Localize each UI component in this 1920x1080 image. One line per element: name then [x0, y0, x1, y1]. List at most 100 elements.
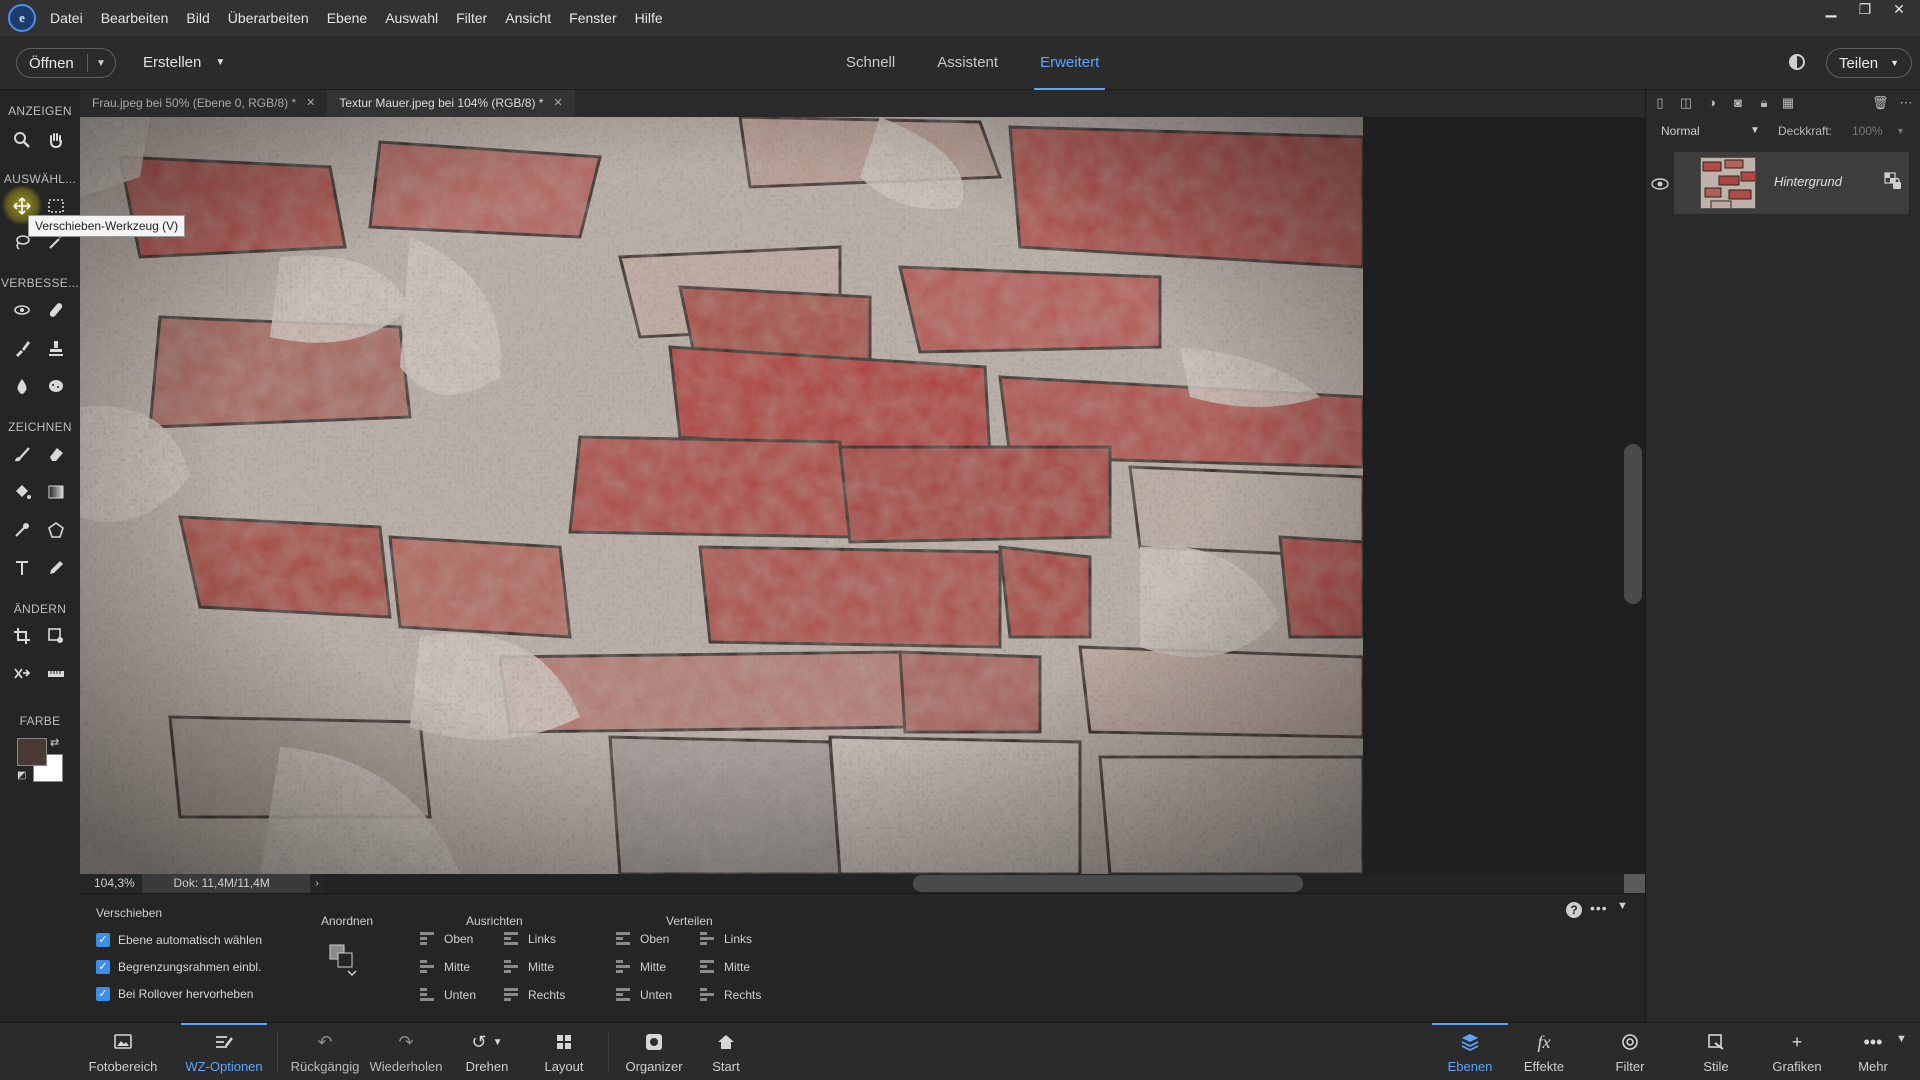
align-center-button[interactable]: Mitte	[504, 960, 554, 974]
distribute-middle-button[interactable]: Mitte	[616, 960, 666, 974]
highlight-on-rollover-checkbox[interactable]: ✓ Bei Rollover hervorheben	[96, 987, 253, 1001]
minimize-icon[interactable]: ▁	[1818, 0, 1844, 18]
chevron-down-icon[interactable]: ▼	[1896, 1033, 1907, 1045]
eraser-tool-icon[interactable]	[44, 442, 68, 466]
align-middle-button[interactable]: Mitte	[420, 960, 470, 974]
text-tool-icon[interactable]	[10, 556, 34, 580]
layer-mask-icon[interactable]: ◙	[1730, 95, 1746, 111]
menu-auswahl[interactable]: Auswahl	[385, 10, 438, 26]
adjustment-layer-icon[interactable]: ◑	[1704, 95, 1720, 111]
chevron-down-icon[interactable]: ▼	[1750, 121, 1760, 141]
clone-stamp-icon[interactable]	[44, 336, 68, 360]
help-icon[interactable]: ?	[1566, 902, 1582, 918]
distribute-center-button[interactable]: Mitte	[700, 960, 750, 974]
chevron-down-icon[interactable]: ▼	[88, 58, 106, 69]
arrange-icon[interactable]	[326, 941, 366, 981]
crop-tool-icon[interactable]	[10, 624, 34, 648]
menu-ebene[interactable]: Ebene	[327, 10, 367, 26]
distribute-left-button[interactable]: Links	[700, 932, 752, 946]
show-bounding-box-checkbox[interactable]: ✓ Begrenzungsrahmen einbl.	[96, 960, 261, 974]
redo-button[interactable]: ↷ Wiederholen	[368, 1023, 444, 1080]
close-icon[interactable]: ✕	[306, 90, 315, 117]
menu-filter[interactable]: Filter	[456, 10, 487, 26]
graphics-panel-button[interactable]: + Grafiken	[1766, 1023, 1828, 1080]
open-button[interactable]: Öffnen ▼	[16, 48, 116, 78]
swap-colors-icon[interactable]: ⇄	[50, 736, 59, 749]
checkbox-icon[interactable]: ✓	[96, 987, 110, 1001]
doc-tab-frau[interactable]: Frau.jpeg bei 50% (Ebene 0, RGB/8) * ✕	[80, 90, 327, 117]
canvas-area[interactable]	[80, 117, 1628, 875]
lock-all-icon[interactable]: 🔒︎	[1756, 95, 1772, 111]
eyedropper-icon[interactable]	[10, 518, 34, 542]
canvas-image[interactable]	[80, 117, 1363, 874]
chevron-down-icon[interactable]: ▼	[1617, 900, 1628, 912]
organizer-button[interactable]: Organizer	[620, 1023, 688, 1080]
create-button[interactable]: Erstellen ▼	[143, 54, 225, 71]
tool-options-button[interactable]: WZ-Optionen	[181, 1023, 267, 1080]
restore-icon[interactable]: ❐	[1852, 0, 1878, 18]
foreground-color-swatch[interactable]	[17, 738, 47, 766]
align-top-button[interactable]: Oben	[420, 932, 473, 946]
menu-bearbeiten[interactable]: Bearbeiten	[101, 10, 169, 26]
sponge-tool-icon[interactable]	[44, 374, 68, 398]
theme-contrast-icon[interactable]	[1789, 54, 1805, 70]
lock-transparency-icon[interactable]: ▦	[1780, 95, 1796, 111]
new-group-icon[interactable]: ◫	[1678, 95, 1694, 111]
hand-tool-icon[interactable]	[44, 128, 68, 152]
distribute-top-button[interactable]: Oben	[616, 932, 669, 946]
chevron-down-icon[interactable]: ▼	[493, 1037, 503, 1048]
zoom-tool-icon[interactable]	[10, 128, 34, 152]
default-colors-icon[interactable]: ◩	[17, 770, 26, 781]
menu-bild[interactable]: Bild	[186, 10, 209, 26]
home-button[interactable]: Start	[700, 1023, 752, 1080]
align-right-button[interactable]: Rechts	[504, 988, 565, 1002]
eye-icon[interactable]	[1651, 177, 1669, 191]
chevron-down-icon[interactable]: ▼	[1896, 121, 1905, 141]
menu-ansicht[interactable]: Ansicht	[505, 10, 551, 26]
auto-select-layer-checkbox[interactable]: ✓ Ebene automatisch wählen	[96, 933, 262, 947]
pencil-tool-icon[interactable]	[44, 556, 68, 580]
close-icon[interactable]: ✕	[553, 90, 562, 117]
layer-name[interactable]: Hintergrund	[1774, 174, 1842, 189]
horizontal-scrollbar[interactable]	[913, 875, 1303, 892]
menu-hilfe[interactable]: Hilfe	[635, 10, 663, 26]
panel-menu-icon[interactable]: ⋯	[1898, 95, 1914, 111]
straighten-tool-icon[interactable]	[44, 662, 68, 686]
share-button[interactable]: Teilen ▼	[1826, 48, 1912, 78]
smart-brush-icon[interactable]	[10, 336, 34, 360]
menu-fenster[interactable]: Fenster	[569, 10, 616, 26]
more-options-icon[interactable]: •••	[1590, 900, 1608, 916]
menu-ueberarbeiten[interactable]: Überarbeiten	[228, 10, 309, 26]
vertical-scrollbar[interactable]	[1624, 444, 1642, 604]
align-left-button[interactable]: Links	[504, 932, 556, 946]
new-layer-icon[interactable]: ▯	[1652, 95, 1668, 111]
tab-erweitert[interactable]: Erweitert	[1034, 36, 1106, 90]
layout-button[interactable]: Layout	[536, 1023, 592, 1080]
menu-datei[interactable]: Datei	[50, 10, 83, 26]
layers-panel-button[interactable]: Ebenen	[1432, 1023, 1508, 1080]
delete-layer-icon[interactable]: 🗑︎	[1872, 95, 1889, 111]
rotate-button[interactable]: ↺ ▼ Drehen	[456, 1023, 518, 1080]
checkbox-icon[interactable]: ✓	[96, 933, 110, 947]
tab-schnell[interactable]: Schnell	[840, 36, 901, 90]
checkbox-icon[interactable]: ✓	[96, 960, 110, 974]
doc-tab-textur-mauer[interactable]: Textur Mauer.jpeg bei 104% (RGB/8) * ✕	[327, 90, 575, 117]
tab-assistent[interactable]: Assistent	[931, 36, 1004, 90]
recompose-tool-icon[interactable]	[44, 624, 68, 648]
styles-panel-button[interactable]: Stile	[1688, 1023, 1744, 1080]
undo-button[interactable]: ↶ Rückgängig	[290, 1023, 360, 1080]
custom-shape-icon[interactable]	[44, 518, 68, 542]
healing-brush-icon[interactable]	[44, 298, 68, 322]
distribute-right-button[interactable]: Rechts	[700, 988, 761, 1002]
effects-panel-button[interactable]: fx Effekte	[1514, 1023, 1574, 1080]
content-aware-move-icon[interactable]	[10, 662, 34, 686]
brush-tool-icon[interactable]	[10, 442, 34, 466]
layer-row[interactable]: Hintergrund	[1674, 152, 1909, 214]
layer-locked-icon[interactable]	[1884, 172, 1902, 190]
photo-bin-button[interactable]: Fotobereich	[85, 1023, 161, 1080]
gradient-tool-icon[interactable]	[44, 480, 68, 504]
opacity-value[interactable]: 100%	[1852, 121, 1883, 141]
filter-panel-button[interactable]: Filter	[1600, 1023, 1660, 1080]
distribute-bottom-button[interactable]: Unten	[616, 988, 672, 1002]
red-eye-tool-icon[interactable]	[10, 298, 34, 322]
